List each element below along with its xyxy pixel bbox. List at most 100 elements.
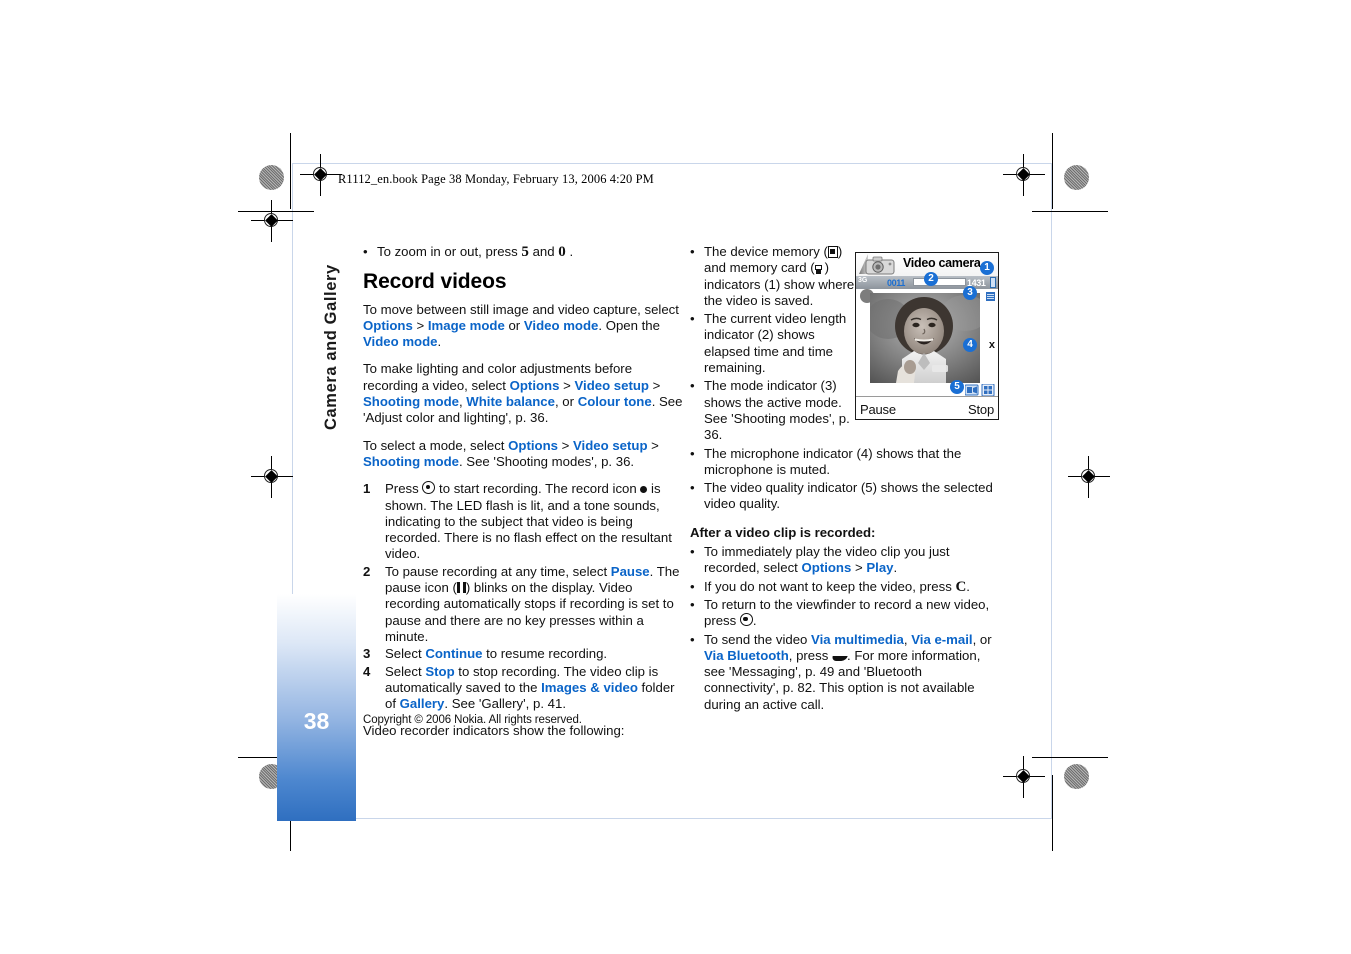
s2-t1: To pause recording at any time, select	[385, 563, 611, 579]
s4-t1: Select	[385, 663, 426, 679]
s1-t1: Press	[385, 481, 423, 497]
link-colour-tone[interactable]: Colour tone	[578, 394, 652, 409]
s3-t2: to resume recording.	[482, 646, 608, 662]
p1-t4: . Open the	[598, 317, 660, 333]
crop-line	[1052, 133, 1054, 209]
bullet-glyph: •	[690, 445, 695, 461]
link-images-video[interactable]: Images & video	[541, 680, 638, 695]
zoom-text-mid: and	[532, 244, 555, 259]
step-text: Select Continue to resume recording.	[385, 646, 683, 662]
battery-icon	[990, 277, 996, 288]
softkey-stop[interactable]: Stop	[968, 402, 994, 417]
bullet-text: To send the video Via multimedia, Via e-…	[704, 632, 1000, 713]
link-gallery[interactable]: Gallery	[400, 696, 445, 711]
density-patch	[259, 165, 284, 190]
running-header: R1112_en.book Page 38 Monday, February 1…	[338, 172, 654, 186]
link-via-email[interactable]: Via e-mail	[911, 632, 972, 647]
bullet-glyph: •	[690, 311, 695, 327]
link-via-bluetooth[interactable]: Via Bluetooth	[704, 648, 789, 663]
link-video-setup[interactable]: Video setup	[574, 378, 649, 393]
after-bullet-3: • To return to the viewfinder to record …	[690, 597, 1000, 630]
indicator-bullet-4: • The microphone indicator (4) shows tha…	[690, 446, 1000, 479]
step-text: To pause recording at any time, select P…	[385, 564, 683, 645]
bullet-text: The microphone indicator (4) shows that …	[704, 445, 962, 477]
video-quality-icon	[964, 383, 995, 397]
p2-t3: >	[648, 377, 661, 393]
link-continue[interactable]: Continue	[425, 646, 482, 661]
p3-t2: >	[557, 437, 573, 453]
link-white-balance[interactable]: White balance	[466, 394, 555, 409]
bullet-glyph: •	[690, 244, 695, 259]
indicator-bullet-2: • The current video length indicator (2)…	[690, 311, 858, 376]
bullet-text: The device memory () and memory card () …	[704, 244, 858, 309]
ib1-t1: The device memory (	[704, 244, 828, 259]
bullet-text: The video quality indicator (5) shows th…	[704, 480, 993, 512]
ab4-t4: , press	[788, 647, 832, 663]
link-video-mode-2[interactable]: Video mode	[363, 334, 438, 349]
navi-key-icon	[422, 481, 436, 495]
density-patch	[1064, 165, 1089, 190]
link-stop[interactable]: Stop	[425, 664, 454, 679]
bullet-glyph: •	[363, 244, 368, 259]
s3-t1: Select	[385, 646, 426, 662]
p3-t1: To select a mode, select	[363, 437, 509, 453]
pause-bars-icon	[456, 582, 466, 594]
density-patch	[1064, 764, 1089, 789]
link-pause[interactable]: Pause	[611, 564, 650, 579]
step-3: 3 Select Continue to resume recording.	[363, 646, 683, 662]
callout-5: 5	[950, 380, 964, 394]
bullet-text: If you do not want to keep the video, pr…	[704, 579, 1000, 595]
s4-t4: . See 'Gallery', p. 41.	[444, 696, 566, 712]
callout-4: 4	[963, 338, 977, 352]
bullet-text: To zoom in or out, press 5 and 0 .	[377, 244, 683, 260]
call-key-icon	[832, 652, 847, 661]
softkey-pause[interactable]: Pause	[860, 402, 896, 417]
ab1-t3: .	[893, 560, 898, 576]
clear-key-icon: C	[955, 578, 967, 595]
elapsed-time: 0011	[887, 277, 905, 288]
bullet-glyph: •	[690, 544, 695, 560]
registration-mark	[251, 456, 293, 498]
ab3-t2: .	[752, 613, 757, 629]
p3-t3: >	[647, 437, 659, 453]
key-5: 5	[521, 244, 529, 260]
bullet-text: To immediately play the video clip you j…	[704, 544, 1000, 577]
link-video-mode[interactable]: Video mode	[524, 318, 599, 333]
zoom-text-after: .	[569, 244, 574, 259]
crop-line	[1052, 775, 1054, 851]
link-image-mode[interactable]: Image mode	[428, 318, 505, 333]
link-play[interactable]: Play	[866, 560, 893, 575]
registration-mark	[1003, 154, 1045, 196]
link-options[interactable]: Options	[363, 318, 413, 333]
memory-card-icon	[814, 264, 825, 275]
step-text: Press to start recording. The record ico…	[385, 481, 683, 562]
bullet-text: To return to the viewfinder to record a …	[704, 597, 1000, 630]
crop-line	[1032, 211, 1108, 213]
viewfinder-image	[870, 293, 980, 383]
step-text: Select Stop to stop recording. The video…	[385, 664, 683, 713]
after-bullet-4: • To send the video Via multimedia, Via …	[690, 632, 1000, 713]
step-number: 3	[363, 646, 371, 662]
indicator-bullet-1: • The device memory () and memory card (…	[690, 244, 858, 309]
after-recorded-heading: After a video clip is recorded:	[690, 524, 876, 540]
paragraph-select-mode: To select a mode, select Options > Video…	[363, 438, 683, 471]
crop-line	[290, 133, 292, 209]
link-options-4[interactable]: Options	[802, 560, 852, 575]
link-options-2[interactable]: Options	[510, 378, 560, 393]
s1-t2: to start recording. The record icon	[435, 481, 641, 497]
link-shooting-mode-2[interactable]: Shooting mode	[363, 454, 459, 469]
manual-page: R1112_en.book Page 38 Monday, February 1…	[0, 0, 1351, 954]
link-shooting-mode[interactable]: Shooting mode	[363, 394, 459, 409]
paragraph-move-between: To move between still image and video ca…	[363, 302, 683, 351]
p1-t3: or	[504, 317, 524, 333]
link-via-multimedia[interactable]: Via multimedia	[811, 632, 904, 647]
link-options-3[interactable]: Options	[508, 438, 558, 453]
link-video-setup-2[interactable]: Video setup	[573, 438, 648, 453]
bullet-glyph: •	[690, 480, 695, 496]
microphone-muted-icon: x	[988, 339, 995, 351]
section-heading: Record videos	[363, 270, 507, 294]
bullet-glyph: •	[690, 631, 695, 647]
step-2: 2 To pause recording at any time, select…	[363, 564, 683, 645]
ab1-t2: >	[851, 560, 867, 576]
zoom-text-before: To zoom in or out, press	[377, 244, 518, 259]
